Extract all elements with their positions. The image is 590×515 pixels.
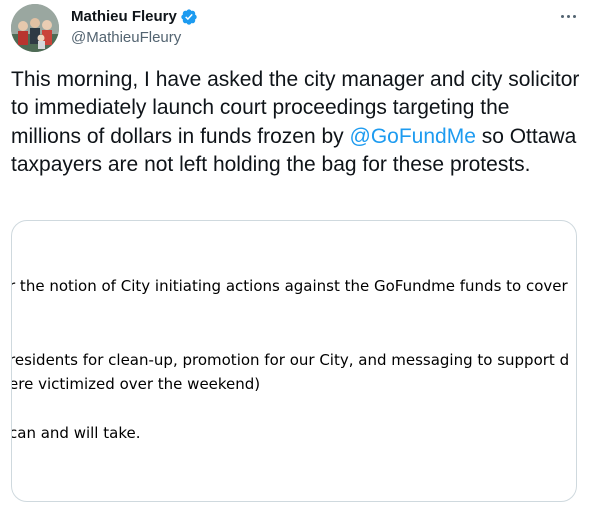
tweet-text: This morning, I have asked the city mana… bbox=[11, 66, 583, 180]
verified-badge-icon bbox=[180, 8, 198, 26]
tweet: Mathieu Fleury @MathieuFleury This morni… bbox=[0, 0, 590, 515]
mention-link[interactable]: @GoFundMe bbox=[350, 125, 476, 148]
document-line: residents for clean-up, promotion for ou… bbox=[11, 351, 570, 369]
author-handle[interactable]: @MathieuFleury bbox=[71, 28, 181, 47]
avatar-photo bbox=[11, 4, 59, 52]
author-display-name[interactable]: Mathieu Fleury bbox=[71, 7, 177, 26]
document-line: ere victimized over the weekend) bbox=[11, 375, 261, 393]
more-options-icon[interactable] bbox=[556, 6, 580, 26]
avatar[interactable] bbox=[11, 4, 59, 52]
attached-image[interactable]: r the notion of City initiating actions … bbox=[11, 220, 577, 502]
document-line: can and will take. bbox=[11, 424, 141, 442]
author-name-row: Mathieu Fleury bbox=[71, 7, 198, 26]
document-line: r the notion of City initiating actions … bbox=[11, 277, 568, 295]
